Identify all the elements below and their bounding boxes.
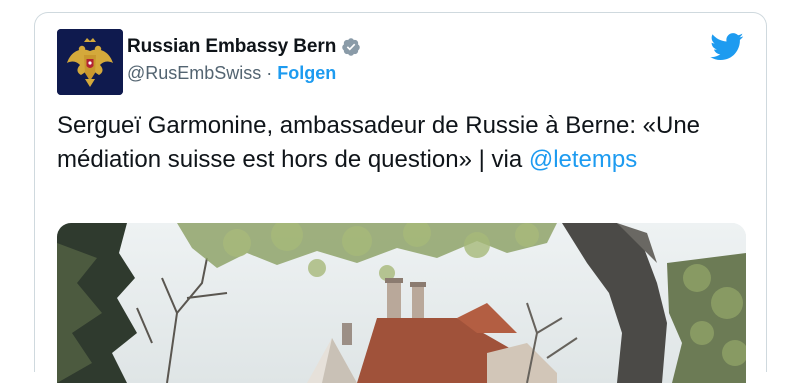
- follow-button[interactable]: Folgen: [277, 63, 336, 83]
- author-name-row: Russian Embassy Bern: [127, 35, 361, 59]
- twitter-bird-icon[interactable]: [710, 33, 744, 61]
- mention-link[interactable]: @letemps: [529, 146, 637, 173]
- separator-dot: ·: [266, 63, 273, 83]
- avatar[interactable]: [57, 29, 123, 95]
- author-subline: @RusEmbSwiss · Folgen: [127, 63, 361, 84]
- tweet-card[interactable]: Russian Embassy Bern @RusEmbSwiss · Folgen…: [34, 12, 767, 383]
- embassy-building-photo: [57, 223, 746, 383]
- verified-badge-icon: [342, 38, 360, 56]
- author-handle[interactable]: @RusEmbSwiss: [127, 63, 261, 83]
- coat-of-arms-icon: [57, 29, 123, 95]
- author-name[interactable]: Russian Embassy Bern: [127, 36, 336, 58]
- tweet-text: Sergueï Garmonine, ambassadeur de Russie…: [57, 109, 747, 177]
- author-block: Russian Embassy Bern @RusEmbSwiss · Folgen: [127, 35, 361, 84]
- tweet-media-photo[interactable]: [57, 223, 746, 383]
